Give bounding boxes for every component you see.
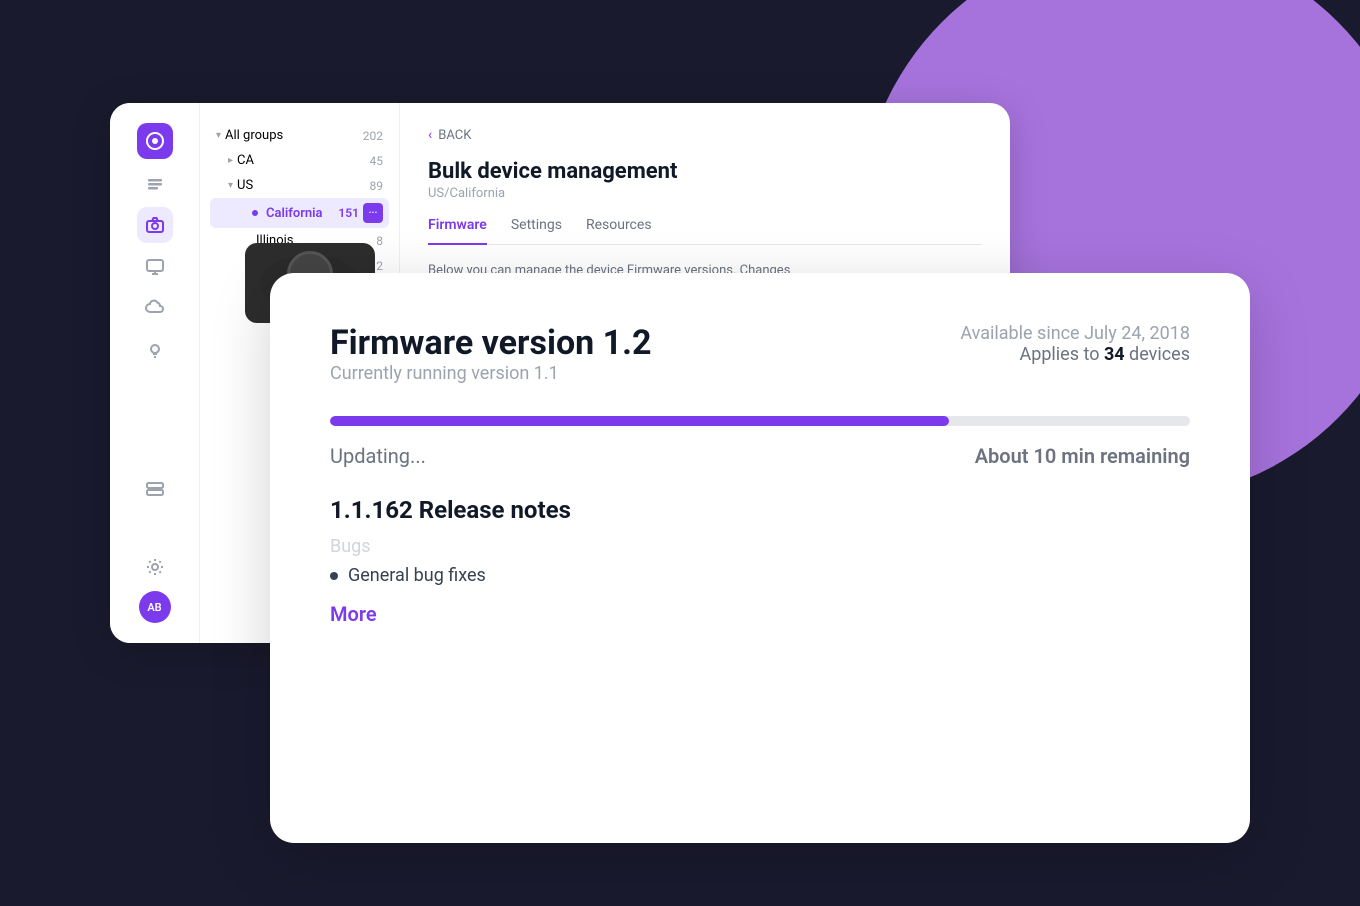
bug-text: General bug fixes: [348, 565, 486, 586]
applies-suffix: devices: [1125, 344, 1190, 365]
tab-firmware[interactable]: Firmware: [428, 217, 487, 245]
bullet-icon: [330, 572, 338, 580]
progress-bar-container: [330, 416, 1190, 426]
firmware-version-title: Firmware version 1.2: [330, 323, 652, 363]
more-options-icon[interactable]: ···: [363, 203, 383, 223]
sidebar: AB: [110, 103, 200, 643]
bugs-label: Bugs: [330, 536, 1190, 557]
tree-row-all-groups[interactable]: ▾ All groups 202: [210, 123, 389, 148]
tree-count: 89: [370, 179, 384, 193]
user-avatar[interactable]: AB: [139, 591, 171, 623]
chevron-down-icon: ▾: [216, 130, 221, 141]
tab-resources[interactable]: Resources: [586, 217, 652, 245]
sidebar-icon-gear[interactable]: [137, 549, 173, 585]
progress-bar-fill: [330, 416, 949, 426]
applies-prefix: Applies to: [1019, 344, 1103, 365]
sidebar-icon-cloud[interactable]: [137, 291, 173, 327]
panel-title: Bulk device management: [428, 159, 982, 184]
back-button[interactable]: ‹ BACK: [428, 127, 982, 143]
more-link[interactable]: More: [330, 602, 1190, 626]
back-label: BACK: [438, 128, 471, 143]
tree-count: 202: [363, 129, 383, 143]
tree-label: California: [266, 206, 330, 221]
sidebar-icon-monitor[interactable]: [137, 249, 173, 285]
updating-label: Updating...: [330, 444, 426, 468]
tab-settings[interactable]: Settings: [511, 217, 562, 245]
tree-row-ca[interactable]: ▸ CA 45: [210, 148, 389, 173]
tree-label: US: [237, 178, 361, 193]
sidebar-icon-circle[interactable]: [137, 123, 173, 159]
applies-count: 34: [1104, 344, 1125, 365]
sidebar-icon-bulb[interactable]: [137, 333, 173, 369]
tree-count: 151: [338, 206, 359, 220]
sidebar-icon-server[interactable]: [137, 471, 173, 507]
firmware-header: Firmware version 1.2 Currently running v…: [330, 323, 1190, 408]
firmware-running-version: Currently running version 1.1: [330, 363, 652, 384]
active-dot-icon: [252, 210, 258, 216]
chevron-right-icon: ▸: [228, 155, 233, 166]
firmware-status: Updating... About 10 min remaining: [330, 444, 1190, 468]
scene-container: AB ▾ All groups 202 ▸ CA 45: [110, 63, 1250, 843]
chevron-down-icon: ▾: [228, 180, 233, 191]
bug-item: General bug fixes: [330, 565, 1190, 586]
tree-label: CA: [237, 153, 361, 168]
firmware-available-since: Available since July 24, 2018: [960, 323, 1190, 344]
release-notes-title: 1.1.162 Release notes: [330, 496, 1190, 524]
firmware-update-card: Firmware version 1.2 Currently running v…: [270, 273, 1250, 843]
tab-bar: Firmware Settings Resources: [428, 217, 982, 245]
sidebar-icon-camera[interactable]: [137, 207, 173, 243]
tree-row-california[interactable]: California 151 ···: [210, 198, 389, 228]
tree-label: All groups: [225, 128, 355, 143]
firmware-applies-to: Applies to 34 devices: [960, 344, 1190, 365]
back-chevron-icon: ‹: [428, 127, 432, 143]
remaining-label: About 10 min remaining: [975, 444, 1190, 468]
tree-row-us[interactable]: ▾ US 89: [210, 173, 389, 198]
sidebar-icon-layers[interactable]: [137, 165, 173, 201]
panel-subtitle: US/California: [428, 186, 982, 201]
tree-count: 45: [370, 154, 384, 168]
